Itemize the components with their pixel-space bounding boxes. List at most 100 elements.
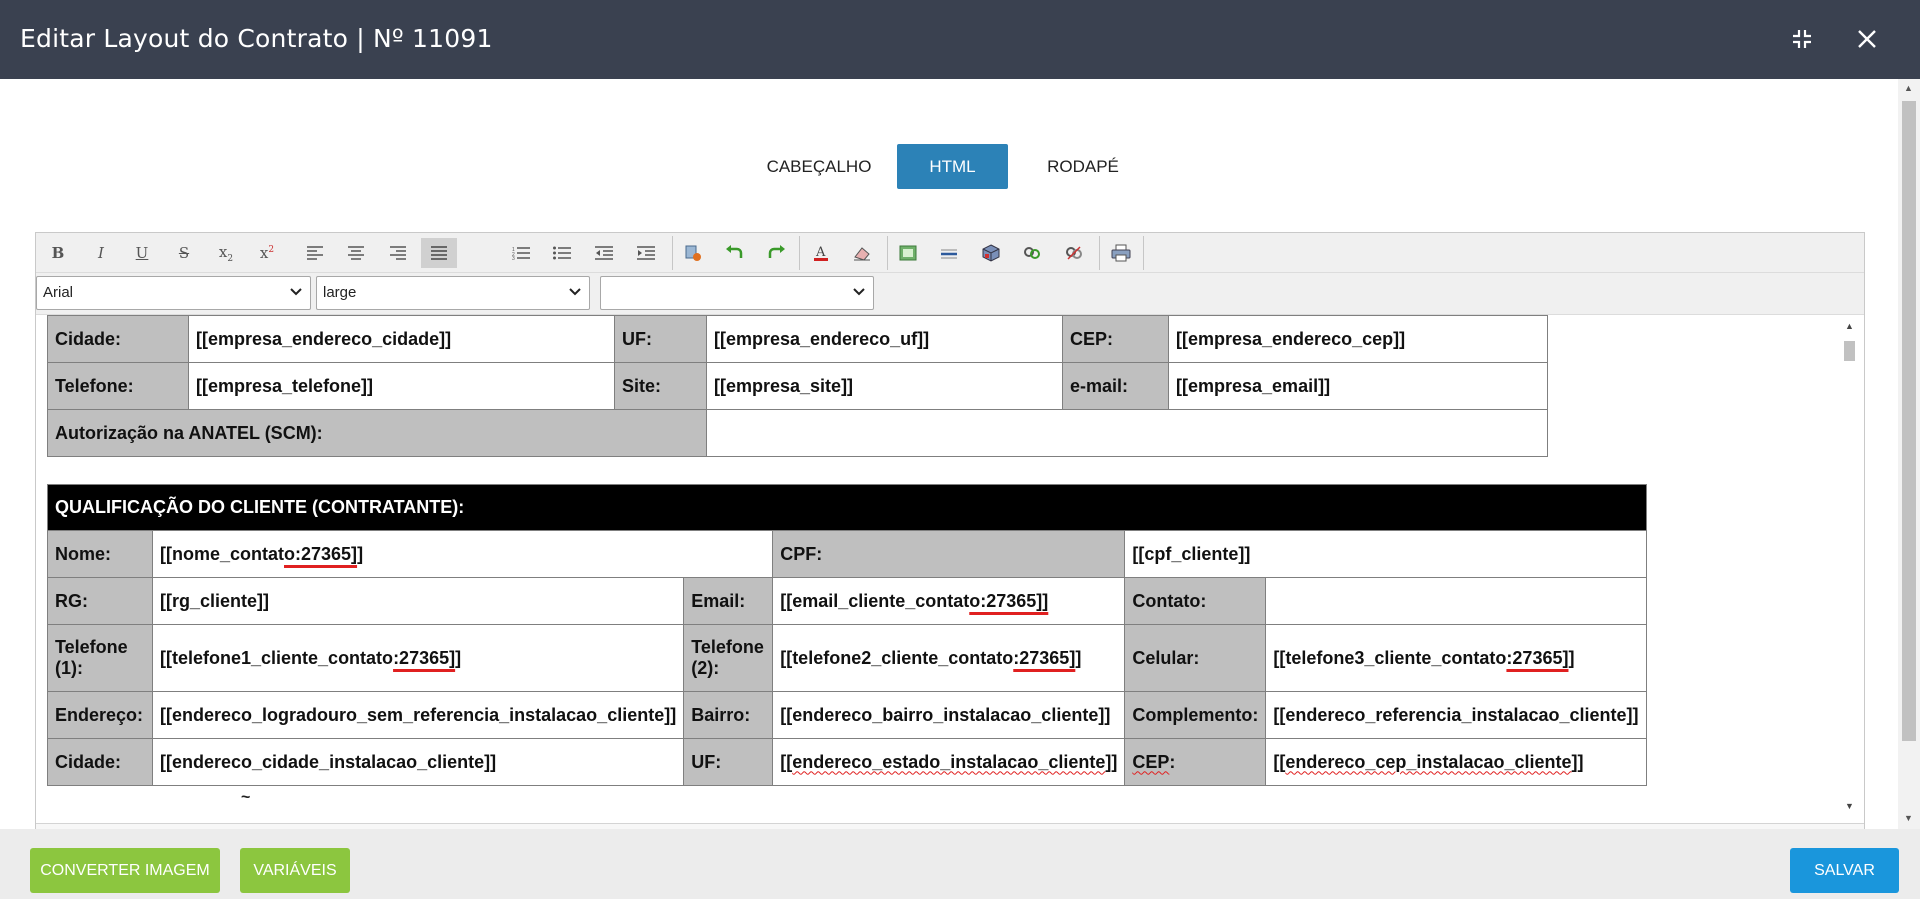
bold-button[interactable]: B	[40, 238, 76, 268]
subscript-button[interactable]: x2	[208, 238, 244, 268]
text-color-button[interactable]: A	[803, 238, 839, 268]
align-justify-button[interactable]	[421, 238, 457, 268]
table-cell-label: CEP:	[1062, 315, 1169, 363]
strikethrough-button[interactable]: S	[166, 238, 202, 268]
table-cell-label: Cidade:	[47, 738, 153, 786]
chevron-down-icon	[290, 288, 302, 296]
undo-icon	[726, 245, 743, 258]
link-icon	[1024, 247, 1040, 259]
paste-special-button[interactable]	[675, 238, 711, 268]
print-icon	[1111, 244, 1131, 262]
tab-cabecalho[interactable]: CABEÇALHO	[752, 144, 886, 189]
table-cell-label: Site:	[614, 362, 707, 410]
insert-image-button[interactable]	[890, 238, 926, 268]
link-button[interactable]	[1014, 238, 1050, 268]
tab-rodape[interactable]: RODAPÉ	[1030, 144, 1136, 189]
table-cell: [[endereco_bairro_instalacao_cliente]]	[772, 691, 1126, 739]
table-row: Cidade: [[endereco_cidade_instalacao_cli…	[47, 738, 1647, 786]
editor-scrollbar[interactable]: ▲ ▼	[1841, 321, 1858, 813]
align-justify-icon	[431, 246, 447, 260]
format-block-select[interactable]	[600, 276, 874, 310]
underline-icon: U	[135, 244, 149, 262]
table-cell: [[telefone3_cliente_contato:27365]]	[1265, 624, 1647, 692]
table-cell: [[endereco_cep_instalacao_cliente]]	[1265, 738, 1647, 786]
table-row: Nome: [[nome_contato:27365]] CPF: [[cpf_…	[47, 530, 1647, 578]
scroll-down-arrow-icon[interactable]: ▼	[1904, 813, 1913, 823]
toolbar-separator	[887, 236, 888, 270]
table-cell: [[empresa_email]]	[1168, 362, 1548, 410]
superscript-button[interactable]: x2	[249, 238, 285, 268]
cube-icon	[982, 244, 1000, 262]
toolbar-separator	[1099, 236, 1100, 270]
tab-html[interactable]: HTML	[897, 144, 1008, 189]
table-cell-label: Nome:	[47, 530, 153, 578]
underline-button[interactable]: U	[124, 238, 160, 268]
align-center-button[interactable]	[338, 238, 374, 268]
table-row: Telefone: [[empresa_telefone]] Site: [[e…	[47, 362, 1548, 410]
editor-content[interactable]: Cidade: [[empresa_endereco_cidade]] UF: …	[36, 315, 1864, 829]
table-cell-label: Telefone (1):	[47, 624, 153, 692]
italic-button[interactable]: I	[83, 238, 119, 268]
editor-format-bar: Arial large	[36, 273, 1864, 315]
unlink-button[interactable]	[1056, 238, 1092, 268]
exit-fullscreen-button[interactable]	[1785, 22, 1819, 56]
scrollbar-thumb[interactable]	[1902, 101, 1916, 741]
font-size-select[interactable]: large	[316, 276, 590, 310]
svg-text:A: A	[815, 245, 826, 260]
table-cell: [[empresa_telefone]]	[188, 362, 615, 410]
cell-text: [[email_cliente_contat	[780, 590, 970, 611]
rich-text-editor: B I U S x2 x2 123 A Arial large Cidade: …	[35, 232, 1865, 829]
cell-text: [[telefone2_cliente_contato	[780, 647, 1014, 668]
align-right-button[interactable]	[380, 238, 416, 268]
horizontal-rule-icon	[941, 249, 957, 259]
scroll-down-arrow-icon[interactable]: ▼	[1845, 801, 1854, 811]
outdent-button[interactable]	[586, 238, 622, 268]
trailing-text: ~	[241, 789, 251, 806]
table-row: Telefone (1): [[telefone1_cliente_contat…	[47, 624, 1647, 692]
ordered-list-button[interactable]: 123	[503, 238, 539, 268]
table-cell: [[empresa_endereco_cidade]]	[188, 315, 615, 363]
scrollbar-thumb[interactable]	[1844, 341, 1855, 361]
scroll-up-arrow-icon[interactable]: ▲	[1904, 83, 1913, 93]
clear-format-button[interactable]	[844, 238, 880, 268]
table-cell-label: Email:	[683, 577, 774, 625]
cell-text: ]	[357, 543, 364, 564]
editor-toolbar: B I U S x2 x2 123 A	[36, 233, 1864, 273]
close-button[interactable]	[1850, 22, 1884, 56]
table-cell-label: RG:	[47, 577, 153, 625]
align-left-button[interactable]	[297, 238, 333, 268]
spell-underlined-text: o:27365]	[284, 543, 358, 564]
cell-text: [[telefone3_cliente_contato	[1273, 647, 1507, 668]
table-cell-label: CPF:	[772, 530, 1126, 578]
table-cell-label: CEP:	[1124, 738, 1267, 786]
table-cell-label: Complemento:	[1124, 691, 1267, 739]
redo-button[interactable]	[758, 238, 794, 268]
subscript-icon: x2	[218, 242, 234, 264]
image-icon	[899, 245, 917, 261]
undo-button[interactable]	[717, 238, 753, 268]
scroll-up-arrow-icon[interactable]: ▲	[1845, 321, 1854, 331]
table-cell: [[telefone1_cliente_contato:27365]]	[151, 624, 685, 692]
spell-underlined-text: endereco_cep_instalacao_cliente	[1285, 751, 1572, 772]
table-row: Endereço: [[endereco_logradouro_sem_refe…	[47, 691, 1647, 739]
table-cell-label: Endereço:	[47, 691, 153, 739]
eraser-icon	[854, 247, 870, 261]
modal-scrollbar[interactable]: ▲ ▼	[1898, 79, 1920, 829]
save-button[interactable]: SALVAR	[1790, 848, 1899, 893]
indent-button[interactable]	[628, 238, 664, 268]
spell-underlined-text: endereco_estado_instalacao_cliente	[792, 751, 1106, 772]
unordered-list-button[interactable]	[544, 238, 580, 268]
table-cell-label: Telefone:	[47, 362, 189, 410]
print-button[interactable]	[1103, 238, 1139, 268]
convert-image-button[interactable]: CONVERTER IMAGEM	[30, 848, 220, 893]
table-cell-label: UF:	[614, 315, 707, 363]
table-cell: [[rg_cliente]]	[151, 577, 685, 625]
outdent-icon	[595, 246, 613, 260]
font-family-select[interactable]: Arial	[36, 276, 311, 310]
font-family-value: Arial	[43, 284, 74, 301]
table-cell	[1265, 577, 1647, 625]
table-cell: [[cpf_cliente]]	[1124, 530, 1647, 578]
variables-button[interactable]: VARIÁVEIS	[240, 848, 350, 893]
horizontal-rule-button[interactable]	[931, 238, 967, 268]
insert-object-button[interactable]	[973, 238, 1009, 268]
